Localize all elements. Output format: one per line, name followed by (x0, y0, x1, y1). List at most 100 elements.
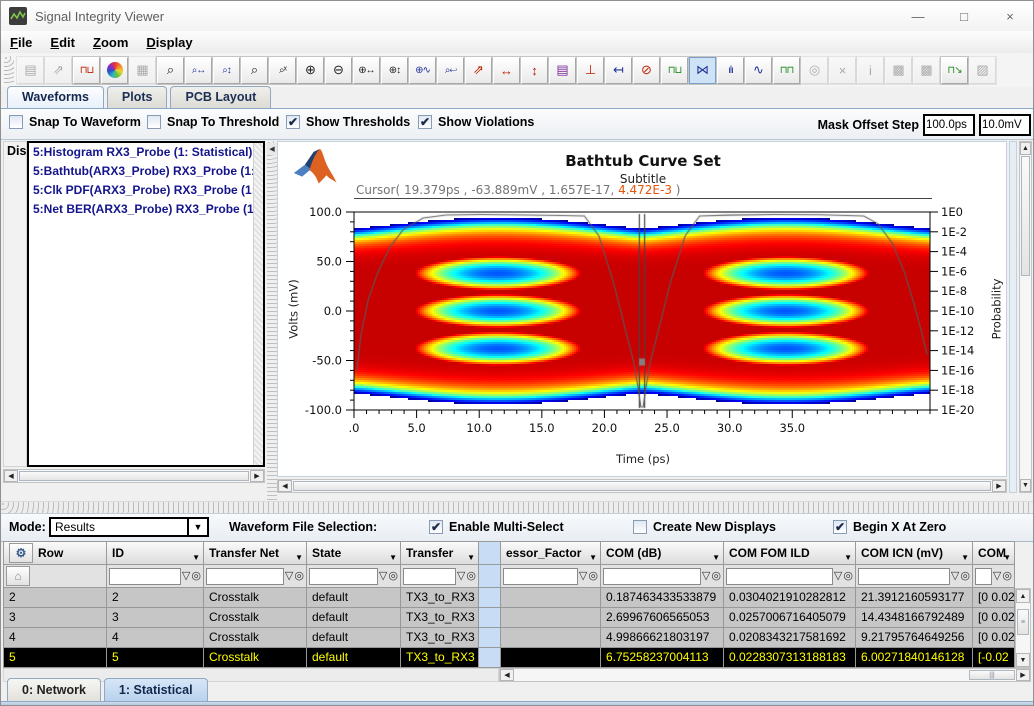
filter-funnel-icon[interactable]: ▽ (702, 569, 710, 584)
column-menu-icon[interactable]: ▼ (961, 553, 969, 562)
histogram-display-button[interactable]: ılı (717, 57, 744, 84)
column-menu-icon[interactable]: ▼ (1003, 553, 1011, 562)
measure-horizontal-button[interactable]: ↔ (493, 57, 520, 84)
column-menu-icon[interactable]: ▼ (844, 553, 852, 562)
hide-violations-button[interactable]: ⊘ (633, 57, 660, 84)
list-horizontal-scrollbar[interactable]: ◀ ▶ (3, 469, 265, 483)
waveform-list[interactable]: 5:Histogram RX3_Probe (1: Statistical)5:… (27, 141, 265, 467)
table-home-icon[interactable]: ⌂ (6, 566, 30, 586)
measure-vertical-button[interactable]: ↕ (521, 57, 548, 84)
scroll-down-icon[interactable]: ▼ (1020, 479, 1031, 492)
toolbar-grip-handle[interactable] (4, 56, 14, 84)
filter-funnel-icon[interactable]: ▽ (993, 569, 1001, 584)
filter-funnel-icon[interactable]: ▽ (182, 569, 190, 584)
scroll-right-icon[interactable]: ▶ (992, 480, 1006, 492)
column-header-transfer[interactable]: Transfer▼ (401, 541, 479, 565)
table-gear-icon[interactable]: ⚙ (9, 543, 33, 563)
plot-horizontal-scrollbar[interactable]: ◀ ▶ (277, 479, 1007, 493)
table-vertical-scrollbar[interactable]: ▲ ≡ ▼ (1015, 588, 1031, 668)
mask-offset-voltage-input[interactable] (979, 114, 1031, 136)
zoom-vertical-button[interactable]: ⊕↕ (381, 57, 408, 84)
filter-target-icon[interactable]: ◎ (843, 569, 853, 584)
table-row[interactable]: 44CrosstalkdefaultTX3_to_RX34.9986662180… (3, 628, 1015, 648)
filter-input[interactable] (206, 568, 284, 585)
column-header-com[interactable]: COM▼ (973, 541, 1015, 565)
checkbox-unchecked[interactable] (9, 115, 23, 129)
list-vertical-scrollbar[interactable] (253, 143, 263, 465)
zoom-horizontal-button[interactable]: ⊕↔ (353, 57, 380, 84)
zoom-in-button[interactable]: ⊕ (297, 57, 324, 84)
plot-vertical-scrollbar[interactable]: ▲ ▼ (1019, 141, 1032, 493)
network-display-button[interactable]: ⊓↘ (941, 57, 968, 84)
zoom-out-button[interactable]: ⊖ (325, 57, 352, 84)
scroll-up-icon[interactable]: ▲ (1016, 589, 1030, 603)
column-menu-icon[interactable]: ▼ (295, 553, 303, 562)
mode-select[interactable]: Results (49, 517, 189, 537)
column-menu-icon[interactable]: ▼ (712, 553, 720, 562)
filter-target-icon[interactable]: ◎ (1002, 569, 1012, 584)
column-menu-icon[interactable]: ▼ (589, 553, 597, 562)
column-header-row[interactable]: ⚙Row (3, 541, 107, 565)
filter-input[interactable] (109, 568, 181, 585)
column-header-transfer-net[interactable]: Transfer Net▼ (204, 541, 307, 565)
filter-funnel-icon[interactable]: ▽ (579, 569, 587, 584)
checkbox-checked[interactable]: ✔ (418, 115, 432, 129)
checkbox-unchecked[interactable] (147, 115, 161, 129)
column-header-highlight[interactable] (479, 541, 501, 565)
list-item[interactable]: 5:Net BER(ARX3_Probe) RX3_Probe (1: (29, 200, 263, 219)
column-header-com-icn-mv-[interactable]: COM ICN (mV)▼ (856, 541, 973, 565)
splitter-vertical[interactable]: ◀ (267, 141, 277, 501)
zoom-pulse-button[interactable]: ⊕∿ (409, 57, 436, 84)
filter-target-icon[interactable]: ◎ (960, 569, 970, 584)
table-row[interactable]: 33CrosstalkdefaultTX3_to_RX32.6996760656… (3, 608, 1015, 628)
menu-zoom[interactable]: Zoom (84, 34, 137, 51)
filter-input[interactable] (503, 568, 578, 585)
scroll-thumb[interactable] (293, 481, 991, 491)
zoom-fit-width-button[interactable]: ⌕↔ (185, 57, 212, 84)
column-menu-icon[interactable]: ▼ (192, 553, 200, 562)
column-menu-icon[interactable]: ▼ (467, 553, 475, 562)
scroll-down-icon[interactable]: ▼ (1016, 653, 1030, 667)
filter-target-icon[interactable]: ◎ (588, 569, 598, 584)
zoom-fit-height-button[interactable]: ⌕↕ (213, 57, 240, 84)
filter-funnel-icon[interactable]: ▽ (379, 569, 387, 584)
scroll-left-icon[interactable]: ◀ (278, 480, 292, 492)
menu-file[interactable]: File (1, 34, 41, 51)
column-header-essor-factor[interactable]: essor_Factor▼ (501, 541, 601, 565)
bathtub-curves-overlay[interactable] (354, 212, 930, 410)
report-button[interactable]: ▤ (549, 57, 576, 84)
filter-target-icon[interactable]: ◎ (294, 569, 304, 584)
scroll-track[interactable]: ≡ (1016, 603, 1030, 653)
scroll-thumb[interactable] (19, 471, 249, 481)
scroll-right-icon[interactable]: ▶ (250, 470, 264, 482)
eye-diagram-display-button[interactable]: ⋈ (689, 57, 716, 84)
column-header-com-fom-ild[interactable]: COM FOM ILD▼ (724, 541, 856, 565)
scroll-track[interactable] (18, 470, 250, 482)
scroll-up-icon[interactable]: ▲ (1020, 142, 1031, 155)
table-row[interactable]: 55CrosstalkdefaultTX3_to_RX36.7525823700… (3, 648, 1015, 668)
mask-offset-time-input[interactable] (923, 114, 975, 136)
zoom-xy-button[interactable]: ⌕ˣ (269, 57, 296, 84)
tab-plots[interactable]: Plots (107, 86, 168, 108)
marker-button[interactable]: ↤ (605, 57, 632, 84)
scroll-track[interactable] (1020, 155, 1031, 479)
zoom-cursor-button[interactable]: ⌕ (241, 57, 268, 84)
tab-waveforms[interactable]: Waveforms (7, 86, 104, 108)
splitter-collapse-icon[interactable]: ◀ (267, 143, 277, 155)
filter-funnel-icon[interactable]: ▽ (834, 569, 842, 584)
checkbox-checked[interactable]: ✔ (286, 115, 300, 129)
filter-input[interactable] (726, 568, 833, 585)
tab-pcb-layout[interactable]: PCB Layout (170, 86, 271, 108)
filter-input[interactable] (403, 568, 456, 585)
filter-funnel-icon[interactable]: ▽ (285, 569, 293, 584)
maximize-button[interactable]: □ (941, 1, 987, 31)
column-header-id[interactable]: ID▼ (107, 541, 204, 565)
filter-input[interactable] (975, 568, 992, 585)
threshold-button[interactable]: ⊥ (577, 57, 604, 84)
menu-display[interactable]: Display (137, 34, 201, 51)
list-item[interactable]: 5:Clk PDF(ARX3_Probe) RX3_Probe (1: S (29, 181, 263, 200)
scroll-track[interactable] (292, 480, 992, 492)
filter-input[interactable] (309, 568, 378, 585)
digital-display-button[interactable]: ⊓⊓ (773, 57, 800, 84)
mode-select-arrow-icon[interactable]: ▼ (189, 517, 209, 537)
